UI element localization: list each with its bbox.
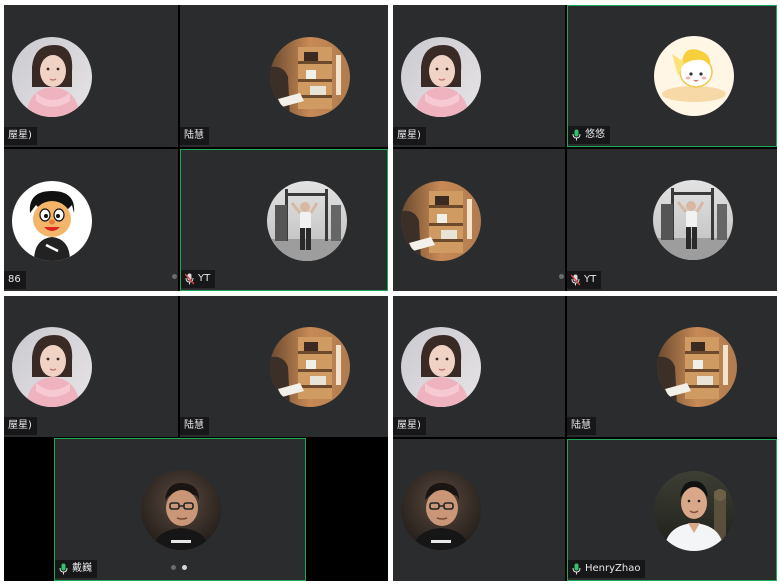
participant-name: HenryZhao [585, 563, 641, 574]
screenshot-panel-3: 屋星) 陆慧 戴巍 [4, 296, 388, 581]
avatar [141, 470, 221, 550]
participant-name: 86 [8, 274, 21, 285]
participant-name: 悠悠 [585, 129, 605, 140]
participant-nameplate: 86 [4, 271, 26, 289]
avatar [12, 181, 92, 261]
participant-tile-active-speaker[interactable]: 戴巍 [54, 438, 306, 581]
page-indicator[interactable] [172, 274, 177, 279]
participant-nameplate: 陆慧 [567, 417, 596, 435]
participant-name: YT [198, 273, 211, 284]
participant-name: 屋星) [397, 420, 421, 431]
participant-nameplate: 戴巍 [55, 560, 97, 578]
mic-muted-icon [571, 274, 580, 286]
mic-off-icon [185, 273, 194, 285]
participant-name: 戴巍 [72, 563, 92, 574]
avatar [270, 37, 350, 117]
avatar [401, 37, 481, 117]
participant-tile[interactable]: YT [567, 149, 777, 291]
participant-name: 陆慧 [571, 420, 591, 431]
avatar [401, 181, 481, 261]
page-indicator[interactable] [559, 274, 564, 279]
participant-nameplate: 悠悠 [568, 126, 610, 144]
participant-name: YT [584, 274, 597, 285]
participant-tile-active-speaker[interactable]: YT [180, 149, 388, 291]
avatar [12, 37, 92, 117]
participant-name: 屋星) [8, 130, 32, 141]
participant-nameplate: 陆慧 [180, 127, 209, 145]
page-dot[interactable] [171, 565, 176, 570]
avatar [653, 180, 733, 260]
participant-nameplate: YT [567, 271, 602, 289]
participant-tile[interactable]: 陆慧 [567, 296, 777, 437]
participant-tile[interactable] [393, 149, 565, 291]
mic-icon [572, 563, 581, 575]
page-dot-current[interactable] [182, 565, 187, 570]
mic-icon [59, 563, 68, 575]
participant-tile[interactable]: 屋星) [393, 5, 565, 147]
avatar [401, 327, 481, 407]
page-dot[interactable] [559, 274, 564, 279]
participant-name: 陆慧 [184, 130, 204, 141]
avatar [401, 470, 481, 550]
avatar [654, 471, 734, 551]
avatar [267, 181, 347, 261]
mic-icon [572, 129, 581, 141]
avatar [657, 327, 737, 407]
participant-tile[interactable] [393, 439, 565, 581]
participant-name: 陆慧 [184, 420, 204, 431]
screenshot-panel-2: 屋星) 悠悠 YT [393, 5, 777, 291]
participant-nameplate: 屋星) [4, 417, 37, 435]
page-indicator[interactable] [171, 565, 187, 570]
participant-tile[interactable]: 屋星) [4, 5, 178, 147]
screenshot-panel-1: 屋星) 陆慧 86 YT [4, 5, 388, 291]
avatar [270, 327, 350, 407]
participant-nameplate: 屋星) [393, 417, 426, 435]
participant-tile[interactable]: 屋星) [4, 296, 178, 437]
avatar [654, 36, 734, 116]
participant-tile[interactable]: 86 [4, 149, 178, 291]
participant-tile-active-speaker[interactable]: HenryZhao [567, 439, 777, 581]
participant-tile[interactable]: 陆慧 [180, 296, 388, 437]
participant-nameplate: HenryZhao [568, 560, 646, 578]
page-dot[interactable] [172, 274, 177, 279]
participant-name: 屋星) [397, 130, 421, 141]
participant-tile[interactable]: 屋星) [393, 296, 565, 437]
avatar [12, 327, 92, 407]
participant-tile-active-speaker[interactable]: 悠悠 [567, 5, 777, 147]
participant-nameplate: 屋星) [4, 127, 37, 145]
participant-name: 屋星) [8, 420, 32, 431]
participant-nameplate: 陆慧 [180, 417, 209, 435]
participant-nameplate: 屋星) [393, 127, 426, 145]
screenshot-panel-4: 屋星) 陆慧 HenryZhao [393, 296, 777, 581]
participant-tile[interactable]: 陆慧 [180, 5, 388, 147]
participant-nameplate: YT [181, 270, 216, 288]
